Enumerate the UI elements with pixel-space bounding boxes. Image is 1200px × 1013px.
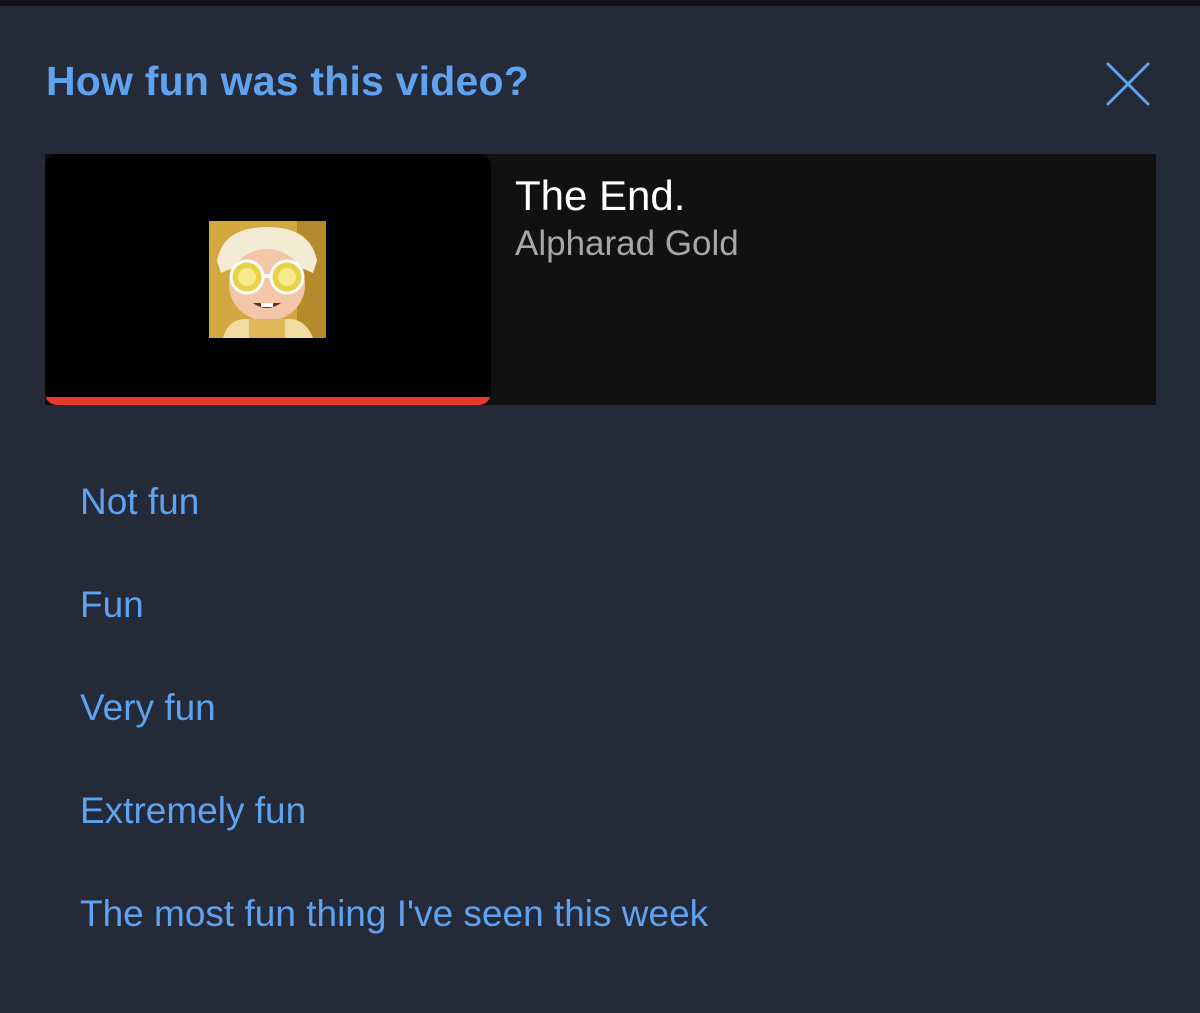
option-extremely-fun[interactable]: Extremely fun — [80, 790, 306, 832]
watch-progress-fill — [45, 397, 491, 405]
close-icon — [1106, 62, 1150, 106]
close-button[interactable] — [1102, 58, 1154, 110]
video-channel: Alpharad Gold — [515, 224, 739, 263]
thumbnail-image — [209, 221, 326, 338]
option-very-fun[interactable]: Very fun — [80, 687, 216, 729]
watch-progress-bar — [45, 397, 491, 405]
dialog-title: How fun was this video? — [46, 58, 529, 104]
video-title: The End. — [515, 172, 686, 219]
option-most-fun-this-week[interactable]: The most fun thing I've seen this week — [80, 893, 708, 935]
video-card[interactable]: The End. Alpharad Gold — [45, 154, 1156, 405]
option-fun[interactable]: Fun — [80, 584, 144, 626]
option-not-fun[interactable]: Not fun — [80, 481, 199, 523]
video-thumbnail — [45, 154, 491, 405]
feedback-dialog: How fun was this video? The End. Alphara… — [0, 6, 1200, 1013]
